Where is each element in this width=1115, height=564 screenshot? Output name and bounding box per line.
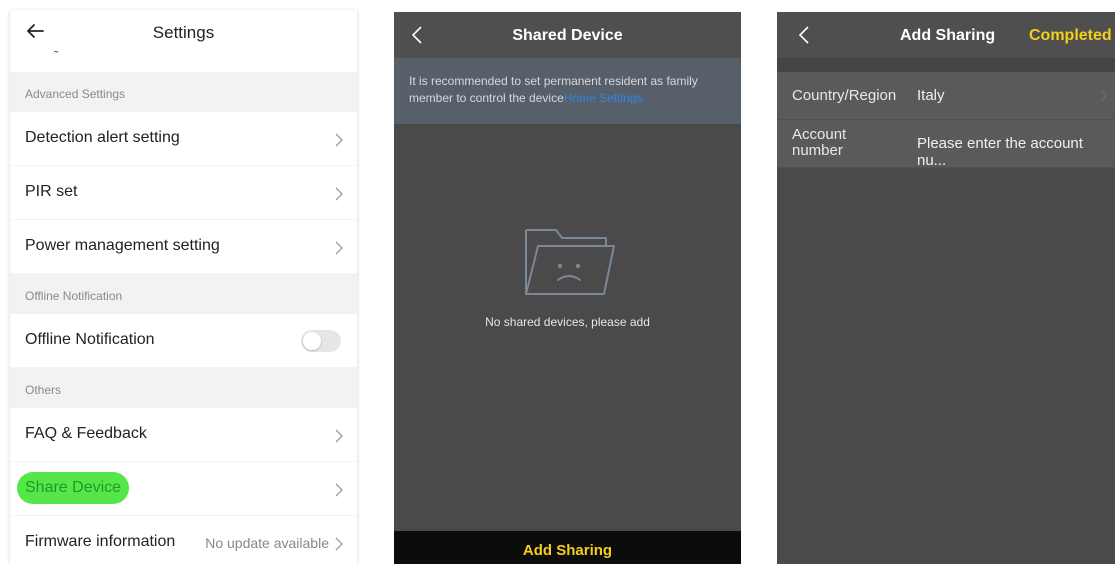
- page-title: Shared Device: [512, 27, 623, 44]
- row-label: FAQ & Feedback: [25, 425, 147, 442]
- empty-state-text: No shared devices, please add: [485, 315, 650, 329]
- section-header-offline: Offline Notification: [10, 274, 357, 314]
- account-label-line1: Account: [792, 126, 847, 143]
- toggle-knob: [303, 332, 321, 350]
- clipped-previous-row-text: ˜: [54, 48, 59, 63]
- chevron-right-icon: [335, 537, 343, 551]
- country-region-label: Country/Region: [792, 87, 897, 104]
- completed-button[interactable]: Completed: [1029, 27, 1112, 45]
- shared-device-screen: Shared Device It is recommended to set p…: [394, 12, 741, 564]
- back-chevron-icon[interactable]: [799, 26, 809, 44]
- add-sharing-screen: Add Sharing Completed Country/Region Ita…: [777, 12, 1115, 564]
- settings-header: Settings ˜: [10, 10, 357, 72]
- home-settings-link[interactable]: Home Settings: [564, 91, 643, 105]
- row-label: Detection alert setting: [25, 129, 180, 146]
- row-label: PIR set: [25, 183, 78, 200]
- chevron-right-icon: [335, 483, 343, 497]
- screenshot-stage: Settings ˜ Advanced Settings Detection a…: [0, 0, 1115, 564]
- chevron-right-icon: [335, 429, 343, 443]
- shared-device-header: Shared Device: [394, 12, 741, 58]
- sad-folder-icon: [525, 229, 615, 295]
- settings-screen: Settings ˜ Advanced Settings Detection a…: [10, 10, 357, 564]
- row-label: Firmware information: [25, 533, 176, 550]
- spacer: [777, 58, 1115, 72]
- country-value: Italy: [917, 87, 945, 104]
- chevron-right-icon: [335, 241, 343, 255]
- notice-text: It is recommended to set permanent resid…: [409, 74, 698, 105]
- chevron-right-icon: [1100, 89, 1107, 102]
- share-device-highlight: Share Device: [17, 472, 130, 504]
- chevron-right-icon: [335, 133, 343, 147]
- account-number-label: Account number: [792, 127, 846, 159]
- recommendation-notice: It is recommended to set permanent resid…: [394, 58, 741, 124]
- add-sharing-header: Add Sharing Completed: [777, 12, 1115, 58]
- row-share-device[interactable]: Share Device: [10, 462, 357, 516]
- row-pir-set[interactable]: PIR set: [10, 166, 357, 220]
- row-label: Offline Notification: [25, 331, 155, 348]
- firmware-status-value: No update available: [205, 535, 329, 551]
- chevron-right-icon: [335, 187, 343, 201]
- account-label-line2: number: [792, 142, 843, 159]
- row-detection-alert[interactable]: Detection alert setting: [10, 112, 357, 166]
- row-label: Power management setting: [25, 237, 220, 254]
- account-number-row: Account number Please enter the account …: [777, 120, 1115, 169]
- row-power-management[interactable]: Power management setting: [10, 220, 357, 274]
- add-sharing-button[interactable]: Add Sharing: [394, 531, 741, 564]
- row-firmware-info[interactable]: Firmware information No update available: [10, 516, 357, 564]
- section-header-advanced: Advanced Settings: [10, 72, 357, 112]
- page-title: Settings: [152, 23, 215, 42]
- page-title: Add Sharing: [900, 27, 996, 44]
- row-offline-notification: Offline Notification: [10, 314, 357, 368]
- country-region-row[interactable]: Country/Region Italy: [777, 72, 1115, 120]
- offline-notification-toggle[interactable]: [301, 330, 341, 352]
- section-header-others: Others: [10, 368, 357, 408]
- row-faq-feedback[interactable]: FAQ & Feedback: [10, 408, 357, 462]
- account-number-input[interactable]: Please enter the account nu...: [917, 135, 1115, 169]
